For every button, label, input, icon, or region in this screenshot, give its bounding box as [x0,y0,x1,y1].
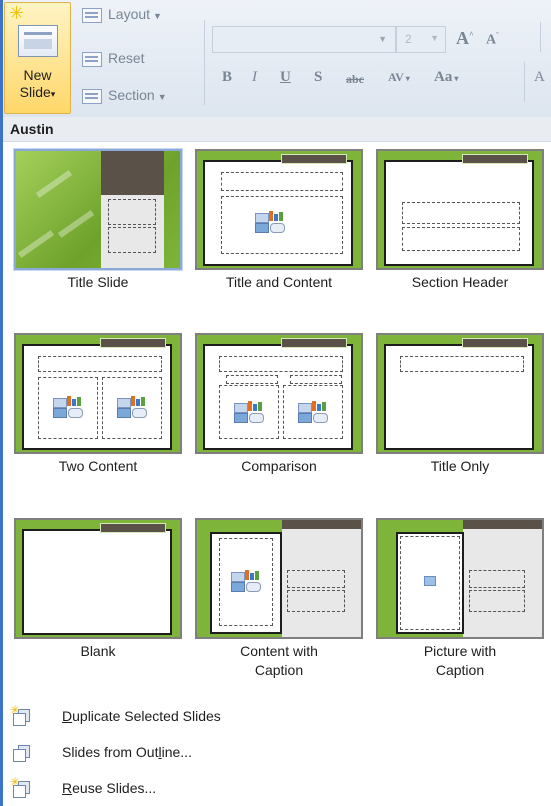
layout-label: Title Slide [67,274,129,290]
strikethrough-button[interactable]: abc [346,72,364,87]
ribbon: ✳ New Slide▾ Layout ▼ Reset Section ▼ ▼ 2 … [0,0,551,806]
heading-placeholder-right [290,375,342,384]
window-left-edge [0,0,3,806]
reset-label: Reset [108,50,145,66]
layout-thumbnail [195,518,363,639]
section-label: Section [108,87,155,103]
layout-label: Blank [80,643,116,659]
underline-button[interactable]: U [280,69,291,86]
content-icon [231,570,261,592]
reuse-slides-icon: ✳ [10,775,30,798]
chevron-down-icon: ▼ [153,11,162,21]
slides-from-outline-item[interactable]: Slides from Outline... [3,740,551,768]
title-placeholder [219,356,343,372]
layout-thumbnail [14,333,182,454]
layout-thumbnail [376,333,544,454]
character-spacing-button[interactable]: AV ▾ [388,70,410,85]
slide-tab [462,338,528,348]
caption-panel-header [463,520,542,529]
grow-font-button[interactable]: A^ [456,28,474,49]
layout-thumbnail [14,518,182,639]
layout-label: Layout [108,6,151,22]
ribbon-separator [204,20,205,105]
italic-button[interactable]: I [252,69,257,86]
layout-thumbnail [195,333,363,454]
layout-thumbnail [14,149,182,270]
layout-thumbnail [376,149,544,270]
text-placeholder [402,227,520,251]
slide-tab [281,338,347,348]
layout-label: Comparison [241,458,317,474]
chevron-down-icon: ▼ [430,33,439,43]
menu-item-label: Duplicate Selected Slides [62,708,221,724]
caption-panel-header [282,520,361,529]
reset-button[interactable]: Reset [82,50,145,67]
new-slide-label: New Slide▾ [19,67,56,100]
slide-tab [100,523,166,533]
ribbon-separator [540,22,541,52]
caption-text-placeholder [469,590,525,612]
font-color-button[interactable]: A [534,69,545,86]
theme-header: Austin [3,117,551,142]
reset-icon [82,51,102,67]
title-placeholder [221,172,343,191]
slide-tab [281,154,347,164]
chevron-down-icon: ▼ [378,34,387,44]
menu-item-label: Slides from Outline... [62,744,192,760]
caption-title-placeholder [287,570,345,588]
menu-item-label: Reuse Slides... [62,780,157,796]
content-icon [234,401,264,423]
section-icon [82,88,102,104]
layout-label: Two Content [58,458,138,474]
chevron-down-icon: ▼ [157,92,167,102]
layout-label: Title Only [430,458,490,474]
title-placeholder [108,199,156,225]
slide-frame [22,529,172,635]
layout-label: Section Header [411,274,509,290]
new-sparkle-icon: ✳ [9,3,25,23]
picture-icon [424,576,436,586]
new-slide-button[interactable]: ✳ New Slide▾ [4,2,71,114]
shrink-font-button[interactable]: Aˇ [486,31,499,49]
title-placeholder [38,356,162,372]
caption-title-placeholder [469,570,525,588]
duplicate-slide-icon: ✳ [10,703,30,726]
layout-label: Title and Content [225,274,333,290]
change-case-button[interactable]: Aa ▾ [434,69,458,86]
slide-tab [462,154,528,164]
content-icon [255,211,285,233]
layout-label: Picture with Caption [423,643,497,678]
slides-from-outline-icon [13,745,30,762]
section-button[interactable]: Section ▼ [82,87,167,104]
reuse-slides-item[interactable]: ✳ Reuse Slides... [3,775,551,804]
layout-thumbnail [376,518,544,639]
subtitle-placeholder [108,227,156,253]
content-icon [53,396,83,418]
content-icon [117,396,147,418]
font-size-value: 2 [405,32,412,46]
title-placeholder [400,356,524,372]
font-name-combobox[interactable]: ▼ [212,26,396,53]
new-slide-icon [18,25,58,57]
heading-placeholder-left [226,375,278,384]
layout-label: Content with Caption [240,643,318,678]
title-placeholder [402,202,520,224]
caption-text-placeholder [287,590,345,612]
duplicate-selected-slides-item[interactable]: ✳ Duplicate Selected Slides [3,703,551,732]
bold-button[interactable]: B [222,69,232,86]
title-panel-header [101,151,164,195]
font-size-combobox[interactable]: 2 ▼ [396,26,446,53]
layout-thumbnail [195,149,363,270]
shadow-button[interactable]: S [314,69,322,86]
layout-icon [82,7,102,23]
slide-tab [100,338,166,348]
ribbon-separator [524,62,525,102]
content-icon [298,401,328,423]
layout-button[interactable]: Layout ▼ [82,6,162,23]
